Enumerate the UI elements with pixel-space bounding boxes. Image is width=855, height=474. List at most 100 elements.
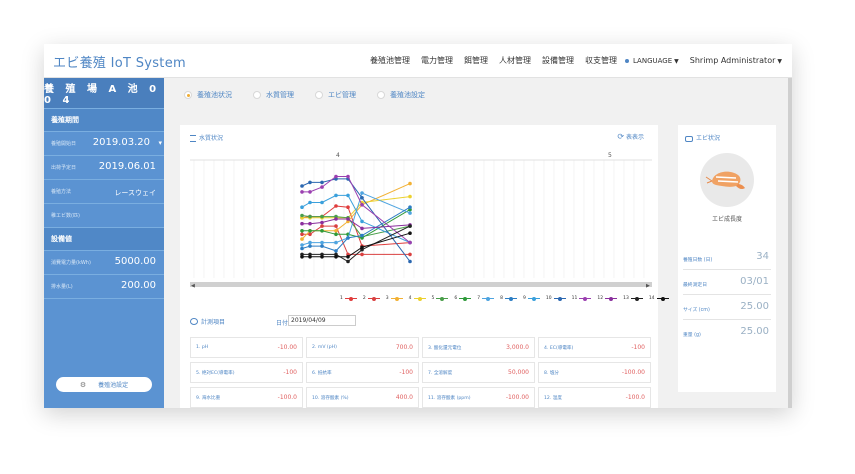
nav-staff[interactable]: 人材管理 — [499, 55, 531, 66]
legend-entry[interactable]: 14 — [649, 296, 669, 301]
scroll-left-icon[interactable]: ◀ — [191, 283, 195, 289]
data-point[interactable] — [408, 205, 412, 209]
data-point[interactable] — [320, 224, 324, 228]
data-point[interactable] — [320, 214, 324, 219]
data-point[interactable] — [408, 194, 412, 199]
scrollbar[interactable] — [788, 78, 792, 408]
legend-entry[interactable]: 8 — [500, 296, 517, 301]
data-point[interactable] — [320, 229, 324, 233]
data-point[interactable] — [334, 249, 338, 253]
data-point[interactable] — [408, 211, 412, 215]
data-point[interactable] — [360, 203, 364, 207]
data-point[interactable] — [320, 200, 324, 205]
pond-settings-button[interactable]: ⚙ 養殖池設定 — [56, 377, 152, 392]
data-point[interactable] — [308, 180, 312, 185]
data-point[interactable] — [334, 229, 338, 233]
nav-pond[interactable]: 養殖池管理 — [370, 55, 410, 66]
legend-entry[interactable]: 9 — [523, 296, 540, 301]
data-point[interactable] — [300, 232, 304, 237]
user-menu[interactable]: Shrimp Administrator ▼ — [690, 56, 782, 65]
data-point[interactable] — [334, 174, 338, 179]
data-point[interactable] — [308, 244, 312, 248]
tab-pond-status[interactable]: 養殖池状況 — [184, 90, 232, 100]
data-point[interactable] — [300, 205, 304, 209]
data-point[interactable] — [360, 245, 364, 250]
data-point[interactable] — [320, 180, 324, 185]
chevron-down-icon[interactable]: ▾ — [158, 139, 162, 147]
legend-entry[interactable]: 2 — [363, 296, 380, 301]
data-point[interactable] — [320, 220, 324, 225]
data-point[interactable] — [300, 184, 304, 188]
data-point[interactable] — [320, 255, 324, 259]
data-point[interactable] — [360, 233, 364, 238]
data-point[interactable] — [346, 193, 350, 198]
data-point[interactable] — [360, 191, 364, 195]
data-point[interactable] — [300, 229, 304, 233]
data-point[interactable] — [346, 205, 350, 209]
data-point[interactable] — [320, 244, 324, 248]
legend-entry[interactable]: 7 — [477, 296, 495, 301]
legend-entry[interactable]: 6 — [454, 296, 472, 301]
nav-equipment[interactable]: 設備管理 — [542, 55, 574, 66]
data-point[interactable] — [308, 240, 312, 245]
data-point[interactable] — [320, 240, 324, 245]
data-point[interactable] — [346, 236, 350, 240]
table-view-toggle[interactable]: ⟳ 表表示 — [617, 132, 644, 141]
data-point[interactable] — [334, 232, 338, 237]
tab-water-quality[interactable]: 水質管理 — [253, 90, 294, 100]
data-point[interactable] — [408, 231, 412, 235]
data-point[interactable] — [308, 232, 312, 237]
data-point[interactable] — [334, 224, 338, 228]
legend-entry[interactable]: 4 — [409, 296, 426, 301]
data-point[interactable] — [308, 214, 312, 219]
data-point[interactable] — [334, 217, 338, 221]
data-point[interactable] — [308, 200, 312, 205]
legend-entry[interactable]: 11 — [572, 296, 592, 301]
data-point[interactable] — [346, 217, 350, 221]
legend-entry[interactable]: 5 — [432, 296, 449, 301]
data-point[interactable] — [300, 237, 304, 241]
legend-entry[interactable]: 10 — [546, 296, 566, 301]
date-input[interactable] — [288, 315, 356, 326]
nav-finance[interactable]: 収支管理 — [585, 55, 617, 66]
data-point[interactable] — [360, 219, 364, 224]
legend-entry[interactable]: 1 — [340, 296, 357, 301]
data-point[interactable] — [408, 224, 412, 228]
legend-entry[interactable]: 12 — [597, 296, 618, 301]
data-point[interactable] — [300, 190, 304, 194]
scroll-right-icon[interactable]: ▶ — [646, 283, 650, 289]
tab-pond-settings[interactable]: 養殖池設定 — [377, 90, 425, 100]
data-point[interactable] — [300, 243, 304, 247]
data-point[interactable] — [334, 255, 338, 259]
nav-feed[interactable]: 餌管理 — [464, 55, 488, 66]
data-point[interactable] — [334, 193, 338, 198]
data-point[interactable] — [308, 229, 312, 233]
legend-entry[interactable]: 13 — [623, 296, 643, 301]
chart-scrollbar[interactable] — [190, 282, 652, 287]
data-point[interactable] — [360, 252, 364, 257]
data-point[interactable] — [408, 240, 412, 245]
data-point[interactable] — [308, 190, 312, 194]
data-point[interactable] — [300, 255, 304, 259]
start-date-row[interactable]: 養殖開始日 2019.03.20 ▾ — [44, 132, 164, 156]
data-point[interactable] — [300, 221, 304, 226]
data-point[interactable] — [320, 185, 324, 189]
data-point[interactable] — [408, 259, 412, 264]
data-point[interactable] — [334, 204, 338, 208]
data-point[interactable] — [360, 226, 364, 231]
nav-power[interactable]: 電力管理 — [421, 55, 453, 66]
brand-title[interactable]: エビ養殖 IoT System — [53, 52, 186, 71]
tab-shrimp[interactable]: エビ管理 — [315, 90, 356, 100]
data-point[interactable] — [346, 174, 350, 179]
data-point[interactable] — [408, 252, 412, 257]
data-point[interactable] — [346, 259, 350, 264]
data-point[interactable] — [300, 213, 304, 218]
data-point[interactable] — [308, 255, 312, 259]
data-point[interactable] — [300, 246, 304, 251]
data-point[interactable] — [308, 221, 312, 226]
legend-entry[interactable]: 3 — [386, 296, 403, 301]
language-menu[interactable]: LANGUAGE ▼ — [633, 56, 679, 65]
data-point[interactable] — [360, 196, 364, 200]
data-point[interactable] — [346, 255, 350, 259]
data-point[interactable] — [408, 181, 412, 186]
